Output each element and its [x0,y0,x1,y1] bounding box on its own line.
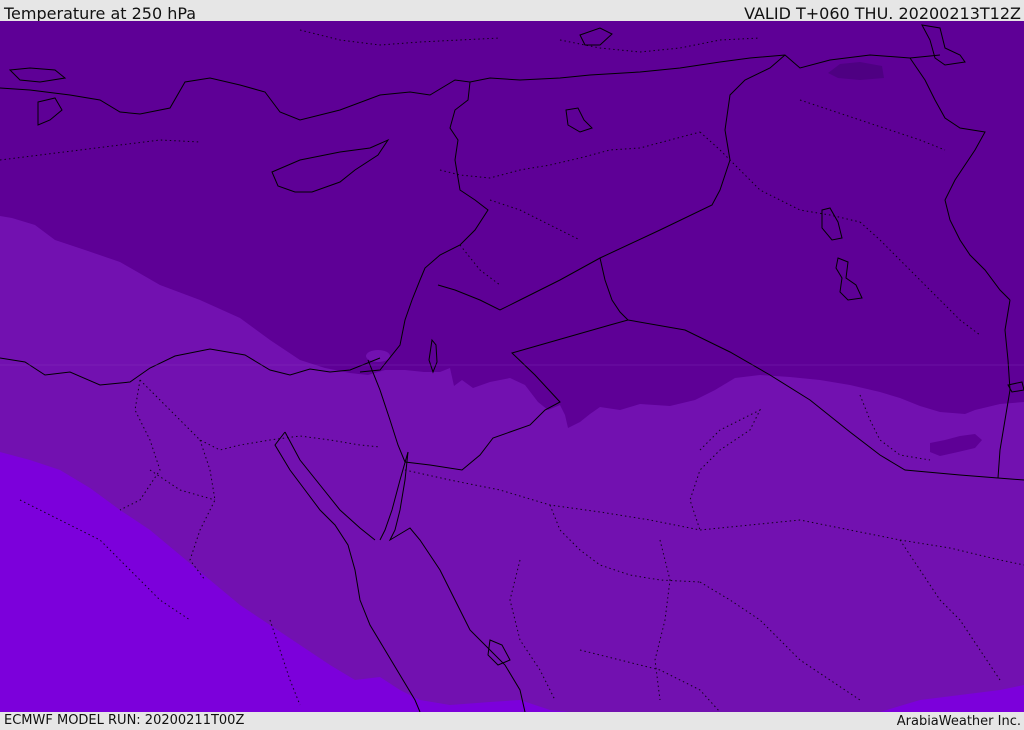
model-run: ECMWF MODEL RUN: 20200211T00Z [4,713,245,728]
cold-spot [366,350,390,362]
footer-bar: ECMWF MODEL RUN: 20200211T00Z ArabiaWeat… [0,712,1024,729]
map-canvas[interactable] [0,21,1024,712]
header-bar: Temperature at 250 hPa VALID T+060 THU. … [0,0,1024,23]
credit-label: ArabiaWeather Inc. [896,714,1021,729]
